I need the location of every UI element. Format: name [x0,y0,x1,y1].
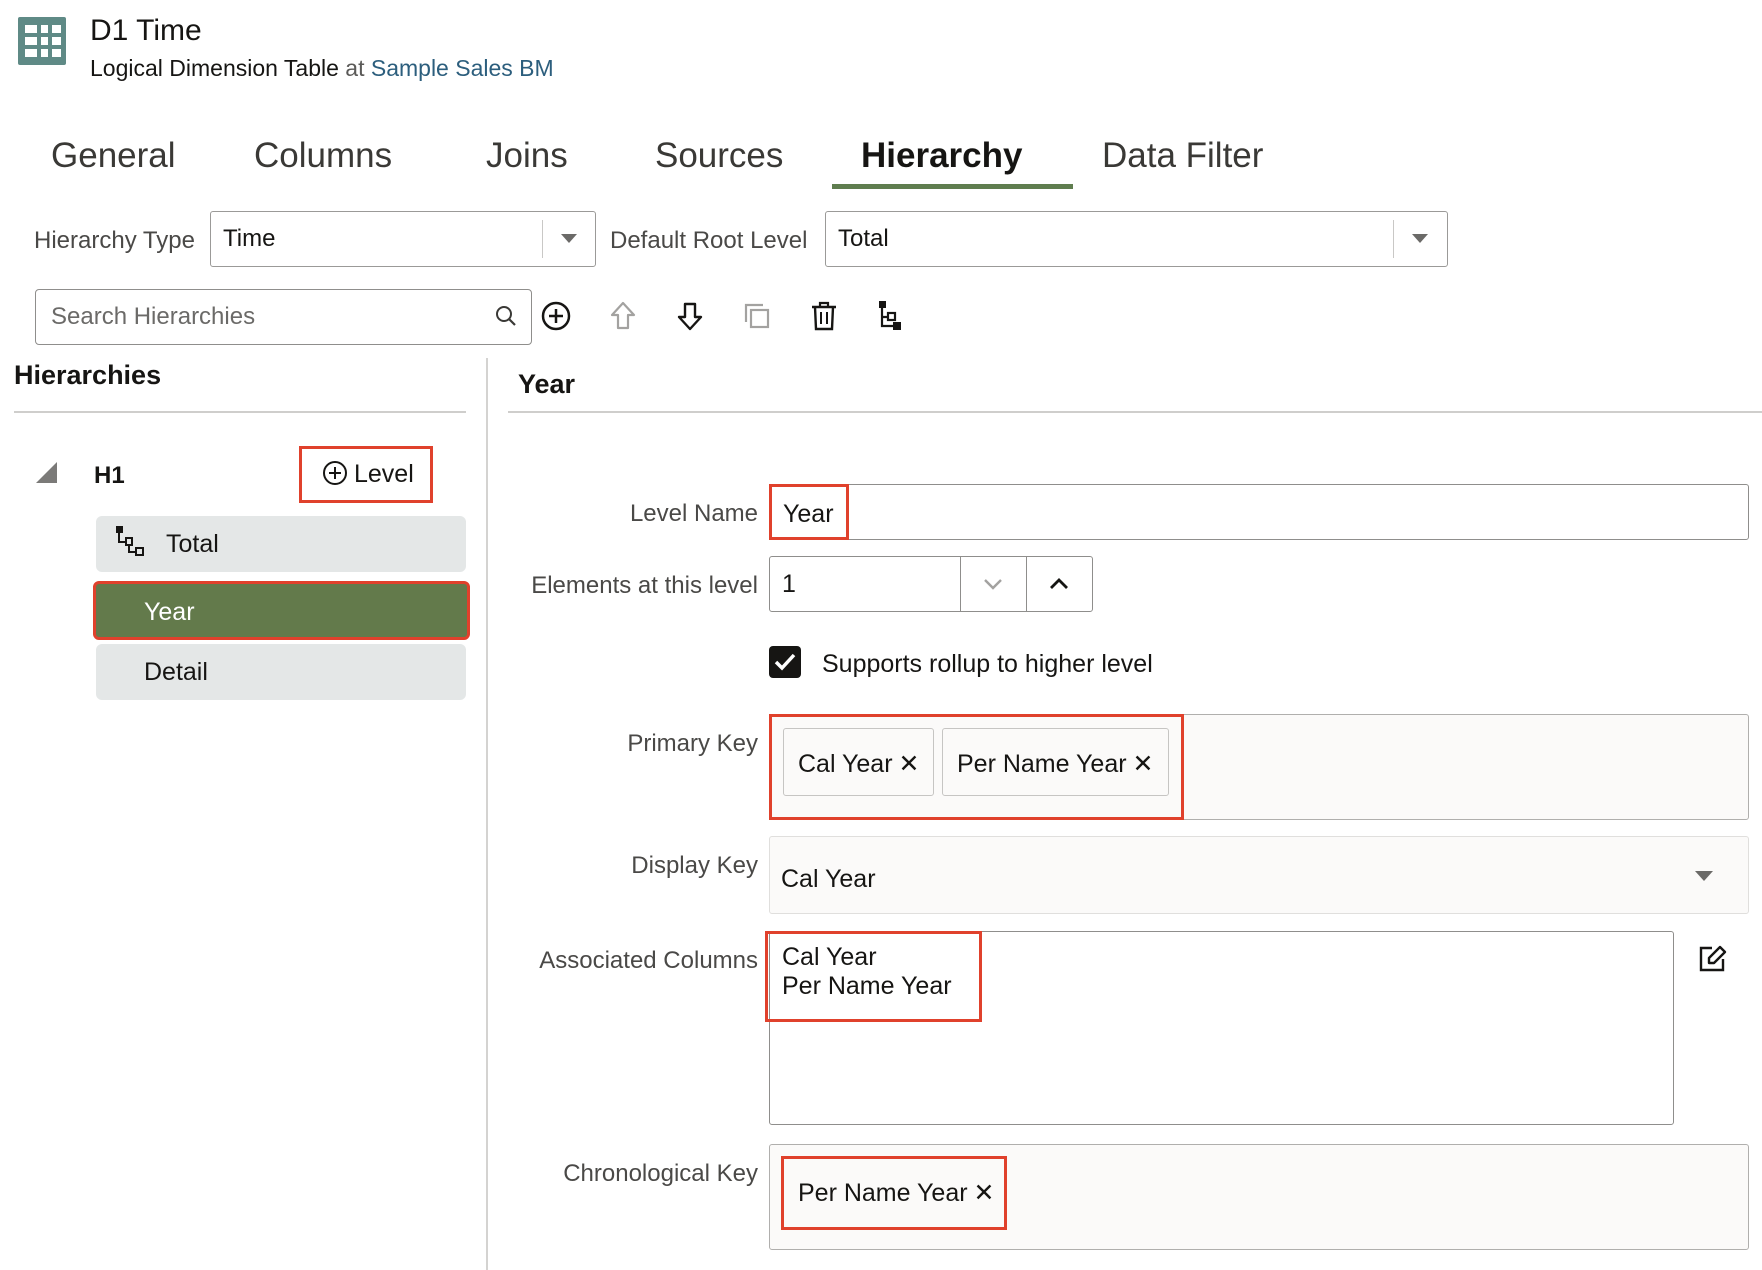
chevron-up-icon[interactable] [1046,571,1072,597]
move-up-icon[interactable] [603,296,643,336]
chevron-down-icon[interactable] [980,571,1006,597]
add-level-label: Level [354,460,414,488]
associated-columns-label: Associated Columns [539,947,758,974]
add-circle-icon [322,460,348,486]
primary-key-chip[interactable]: Per Name Year ✕ [942,728,1169,796]
collapse-triangle-icon[interactable] [36,462,58,484]
add-circle-icon[interactable] [536,296,576,336]
level-item-detail[interactable]: Detail [96,644,466,700]
close-icon[interactable]: ✕ [974,1179,995,1207]
chip-label: Per Name Year [798,1179,968,1207]
primary-key-chip[interactable]: Cal Year ✕ [783,728,935,796]
edit-icon[interactable] [1696,943,1728,975]
tab-general[interactable]: General [51,136,176,176]
level-item-year[interactable]: Year [93,581,470,640]
hierarchy-type-label: Hierarchy Type [34,227,195,254]
level-detail-heading: Year [518,369,576,399]
elements-value: 1 [782,570,796,598]
search-hierarchies-input[interactable]: Search Hierarchies [35,289,532,345]
rollup-checkbox[interactable] [769,646,801,678]
level-label: Total [166,530,219,558]
level-name-label: Level Name [629,500,758,527]
search-icon[interactable] [495,305,517,327]
search-placeholder: Search Hierarchies [51,303,256,330]
checkmark-icon [774,653,796,671]
duplicate-icon[interactable] [737,296,777,336]
select-divider [542,220,543,258]
elements-label: Elements at this level [531,572,758,599]
divider [14,411,466,413]
stepper-divider [1026,557,1027,611]
page-title: D1 Time [90,14,202,47]
tab-sources[interactable]: Sources [655,136,783,176]
display-key-select[interactable]: Cal Year [769,836,1749,914]
chevron-down-icon[interactable] [561,234,577,243]
level-label: Year [144,598,195,626]
level-item-total[interactable]: Total [96,516,466,572]
default-root-level-value: Total [838,225,889,252]
tab-hierarchy[interactable]: Hierarchy [861,136,1022,176]
display-key-value: Cal Year [781,865,876,893]
close-icon[interactable]: ✕ [899,750,920,778]
chevron-down-icon[interactable] [1412,234,1428,243]
level-name-value[interactable]: Year [769,484,849,540]
elements-stepper[interactable]: 1 [769,556,1093,612]
delete-icon[interactable] [804,296,844,336]
hierarchy-type-value: Time [223,225,276,252]
level-name-input[interactable] [769,484,1749,540]
hierarchies-heading: Hierarchies [14,360,162,390]
subtitle-type: Logical Dimension Table [90,55,339,81]
chronological-key-chip[interactable]: Per Name Year ✕ [781,1156,1007,1230]
hierarchy-type-select[interactable]: Time [210,211,596,267]
tab-joins[interactable]: Joins [486,136,568,176]
panel-divider [486,358,488,1270]
divider [508,411,1762,413]
rollup-label: Supports rollup to higher level [822,650,1153,678]
table-icon [18,17,66,65]
close-icon[interactable]: ✕ [1133,750,1154,778]
associated-column: Per Name Year [782,972,952,1000]
add-level-button[interactable]: Level [299,446,433,503]
tab-data-filter[interactable]: Data Filter [1102,136,1263,176]
default-root-level-select[interactable]: Total [825,211,1448,267]
stepper-divider [960,557,961,611]
subtitle-at: at [345,55,365,81]
associated-column: Cal Year [782,943,877,971]
primary-key-label: Primary Key [627,730,758,757]
move-down-icon[interactable] [670,296,710,336]
display-key-label: Display Key [631,852,758,879]
hierarchy-icon[interactable] [871,296,911,336]
chronological-key-label: Chronological Key [563,1160,758,1187]
page-subtitle: Logical Dimension Table at Sample Sales … [90,55,554,82]
default-root-level-label: Default Root Level [610,227,808,254]
chip-label: Cal Year [798,750,893,778]
chip-label: Per Name Year [957,750,1127,778]
business-model-link[interactable]: Sample Sales BM [371,55,554,81]
select-divider [1393,220,1394,258]
chevron-down-icon[interactable] [1695,871,1713,881]
active-tab-indicator [832,184,1073,189]
associated-columns-highlight: Cal Year Per Name Year [765,931,982,1022]
level-label: Detail [144,658,208,686]
tab-columns[interactable]: Columns [254,136,392,176]
hierarchy-icon [114,524,148,558]
hierarchy-name[interactable]: H1 [94,462,125,490]
